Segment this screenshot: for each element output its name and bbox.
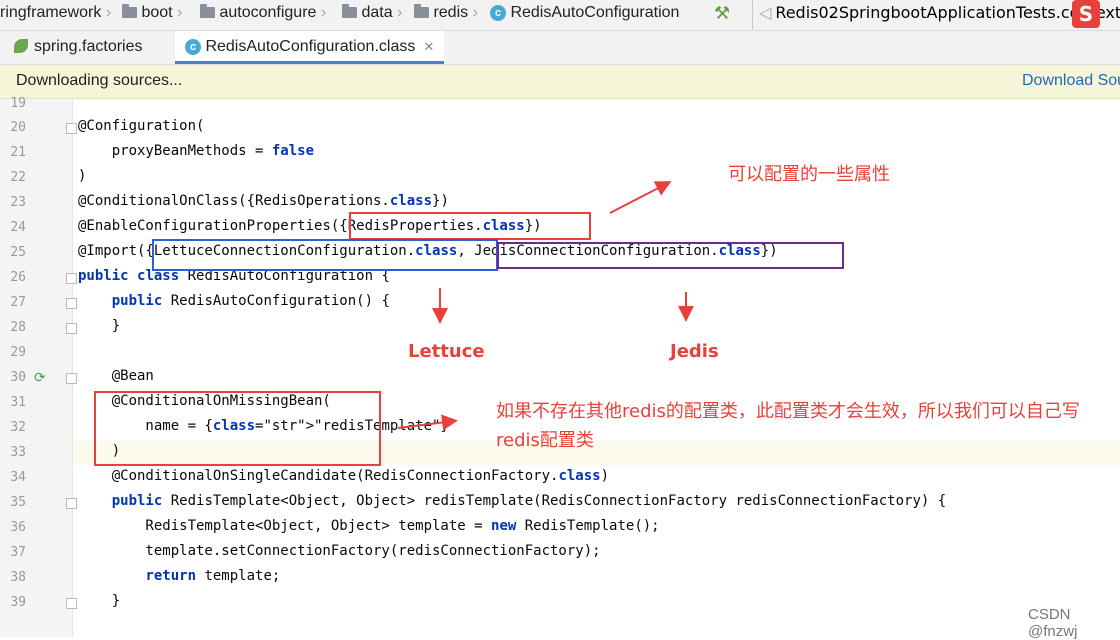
missing-bean-note: 如果不存在其他redis的配置类，此配置类才会生效，所以我们可以自己写redis…: [496, 401, 1080, 451]
watermark: CSDN @fnzwj: [1028, 606, 1078, 640]
arrow-icon: [609, 181, 672, 214]
lettuce-label: Lettuce: [408, 341, 485, 362]
arrow-icon: [397, 414, 458, 431]
jedis-label: Jedis: [670, 341, 719, 362]
properties-note: 可以配置的一些属性: [728, 164, 890, 185]
annotation-arrows: [397, 181, 694, 431]
